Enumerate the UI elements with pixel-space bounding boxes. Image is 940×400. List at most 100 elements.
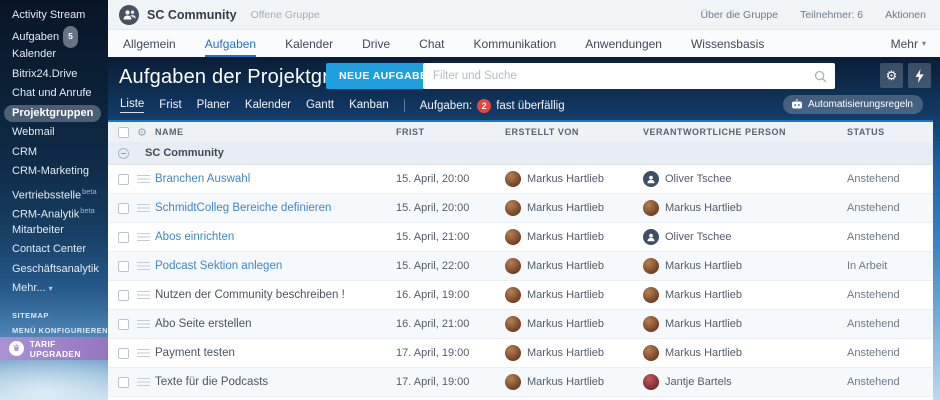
subtab-kalender[interactable]: Kalender bbox=[245, 99, 291, 113]
row-menu-icon[interactable] bbox=[137, 262, 150, 264]
sidebar-item-crm-analytik[interactable]: CRM-Analytikbeta bbox=[0, 201, 108, 221]
members-count-link[interactable]: Teilnehmer: 6 bbox=[800, 9, 863, 21]
sidebar-item-label: Contact Center bbox=[12, 243, 86, 255]
chevron-down-icon: ▾ bbox=[922, 39, 926, 48]
column-header-frist[interactable]: FRIST bbox=[396, 127, 505, 137]
automation-rules-button[interactable]: Automatisierungsregeln bbox=[783, 95, 923, 114]
task-assignee: Jantje Bartels bbox=[643, 374, 847, 390]
avatar bbox=[505, 287, 521, 303]
task-name-link[interactable]: Payment testen bbox=[155, 347, 396, 359]
counter-label: Aufgaben: bbox=[420, 100, 472, 112]
overdue-counter[interactable]: Aufgaben: 2 fast überfällig bbox=[420, 99, 565, 113]
avatar bbox=[505, 316, 521, 332]
configure-menu-link[interactable]: MENÜ KONFIGURIEREN bbox=[0, 323, 108, 338]
sidebar-item-aufgaben[interactable]: Aufgaben5 bbox=[0, 26, 108, 46]
row-menu-icon[interactable] bbox=[137, 320, 150, 322]
quick-actions-button[interactable] bbox=[908, 63, 931, 88]
sidebar-item-geschaeftsanalytik[interactable]: Geschäftsanalytik bbox=[0, 260, 108, 280]
tab-kommunikation[interactable]: Kommunikation bbox=[474, 30, 557, 57]
tab-aufgaben[interactable]: Aufgaben bbox=[205, 30, 256, 57]
tab-anwendungen[interactable]: Anwendungen bbox=[585, 30, 662, 57]
column-header-status[interactable]: STATUS bbox=[847, 127, 933, 137]
task-name-link[interactable]: Abo Seite erstellen bbox=[155, 318, 396, 330]
tab-allgemein[interactable]: Allgemein bbox=[123, 30, 176, 57]
select-all-checkbox[interactable] bbox=[118, 127, 129, 138]
tab-more[interactable]: Mehr▾ bbox=[891, 30, 926, 57]
creator-name: Markus Hartlieb bbox=[527, 318, 604, 330]
column-header-verantwortliche-person[interactable]: VERANTWORTLICHE PERSON bbox=[643, 127, 847, 137]
group-header: SC Community Offene Gruppe Über die Grup… bbox=[108, 0, 940, 30]
tab-wissensbasis[interactable]: Wissensbasis bbox=[691, 30, 764, 57]
sidebar-item-activity-stream[interactable]: Activity Stream bbox=[0, 6, 108, 26]
group-tabbar: Allgemein Aufgaben Kalender Drive Chat K… bbox=[108, 30, 940, 57]
column-settings-gear-icon[interactable]: ⚙ bbox=[137, 126, 155, 139]
tab-chat[interactable]: Chat bbox=[419, 30, 444, 57]
subtab-liste[interactable]: Liste bbox=[120, 98, 144, 113]
row-checkbox[interactable] bbox=[118, 319, 129, 330]
task-name-link[interactable]: Abos einrichten bbox=[155, 231, 396, 243]
row-menu-icon[interactable] bbox=[137, 291, 150, 293]
sidebar-item-label: Activity Stream bbox=[12, 9, 85, 21]
row-menu-icon[interactable] bbox=[137, 233, 150, 235]
task-assignee: Oliver Tschee bbox=[643, 171, 847, 187]
tab-kalender[interactable]: Kalender bbox=[285, 30, 333, 57]
sidebar-item-crm[interactable]: CRM bbox=[0, 143, 108, 163]
sidebar-item-webmail[interactable]: Webmail bbox=[0, 123, 108, 143]
row-checkbox[interactable] bbox=[118, 377, 129, 388]
task-due-date: 15. April, 21:00 bbox=[396, 231, 505, 243]
subtab-gantt[interactable]: Gantt bbox=[306, 99, 334, 113]
creator-name: Markus Hartlieb bbox=[527, 260, 604, 272]
sitemap-link[interactable]: SITEMAP bbox=[0, 308, 108, 323]
task-name-link[interactable]: Nutzen der Community beschreiben ! bbox=[155, 289, 396, 301]
sidebar-item-mehr[interactable]: Mehr...▾ bbox=[0, 279, 108, 299]
row-menu-icon[interactable] bbox=[137, 378, 150, 380]
task-count-badge: 5 bbox=[63, 26, 78, 49]
task-name-link[interactable]: Branchen Auswahl bbox=[155, 173, 396, 185]
table-row: Texte für die Podcasts 17. April, 19:00 … bbox=[108, 368, 933, 397]
creator-name: Markus Hartlieb bbox=[527, 173, 604, 185]
group-row-label: SC Community bbox=[145, 147, 847, 159]
search-input[interactable] bbox=[433, 70, 814, 82]
avatar bbox=[505, 171, 521, 187]
about-group-link[interactable]: Über die Gruppe bbox=[700, 9, 778, 21]
collapse-group-icon[interactable] bbox=[118, 148, 129, 159]
sidebar-item-kalender[interactable]: Kalender bbox=[0, 45, 108, 65]
sidebar-item-chat[interactable]: Chat und Anrufe bbox=[0, 84, 108, 104]
sidebar-item-mitarbeiter[interactable]: Mitarbeiter bbox=[0, 221, 108, 241]
avatar bbox=[505, 229, 521, 245]
sidebar-item-drive[interactable]: Bitrix24.Drive bbox=[0, 65, 108, 85]
column-header-erstellt-von[interactable]: ERSTELLT VON bbox=[505, 127, 643, 137]
sidebar-item-vertriebsstelle[interactable]: Vertriebsstellebeta bbox=[0, 182, 108, 202]
row-checkbox[interactable] bbox=[118, 261, 129, 272]
row-menu-icon[interactable] bbox=[137, 204, 150, 206]
row-checkbox[interactable] bbox=[118, 348, 129, 359]
task-name-link[interactable]: Texte für die Podcasts bbox=[155, 376, 396, 388]
search-icon bbox=[814, 70, 827, 83]
row-menu-icon[interactable] bbox=[137, 175, 150, 177]
subtab-frist[interactable]: Frist bbox=[159, 99, 181, 113]
row-checkbox[interactable] bbox=[118, 290, 129, 301]
actions-link[interactable]: Aktionen bbox=[885, 9, 926, 21]
column-header-name[interactable]: NAME bbox=[155, 127, 396, 137]
task-name-link[interactable]: Podcast Sektion anlegen bbox=[155, 260, 396, 272]
settings-button[interactable]: ⚙ bbox=[880, 63, 903, 88]
table-header-row: ⚙ NAME FRIST ERSTELLT VON VERANTWORTLICH… bbox=[108, 122, 933, 142]
row-menu-icon[interactable] bbox=[137, 349, 150, 351]
sidebar-item-crm-marketing[interactable]: CRM-Marketing bbox=[0, 162, 108, 182]
tab-drive[interactable]: Drive bbox=[362, 30, 390, 57]
sidebar-item-contact-center[interactable]: Contact Center bbox=[0, 240, 108, 260]
task-name-link[interactable]: SchmidtColleg Bereiche definieren bbox=[155, 202, 396, 214]
row-checkbox[interactable] bbox=[118, 232, 129, 243]
avatar bbox=[643, 287, 659, 303]
group-type: Offene Gruppe bbox=[251, 9, 320, 21]
task-due-date: 15. April, 20:00 bbox=[396, 202, 505, 214]
creator-name: Markus Hartlieb bbox=[527, 376, 604, 388]
avatar bbox=[643, 200, 659, 216]
row-checkbox[interactable] bbox=[118, 174, 129, 185]
table-row: Abo Seite erstellen 16. April, 21:00 Mar… bbox=[108, 310, 933, 339]
sidebar-item-projektgruppen[interactable]: Projektgruppen bbox=[0, 104, 108, 124]
subtab-planer[interactable]: Planer bbox=[197, 99, 230, 113]
subtab-kanban[interactable]: Kanban bbox=[349, 99, 389, 113]
upgrade-plan-button[interactable]: ♛ TARIF UPGRADEN bbox=[0, 337, 108, 360]
row-checkbox[interactable] bbox=[118, 203, 129, 214]
